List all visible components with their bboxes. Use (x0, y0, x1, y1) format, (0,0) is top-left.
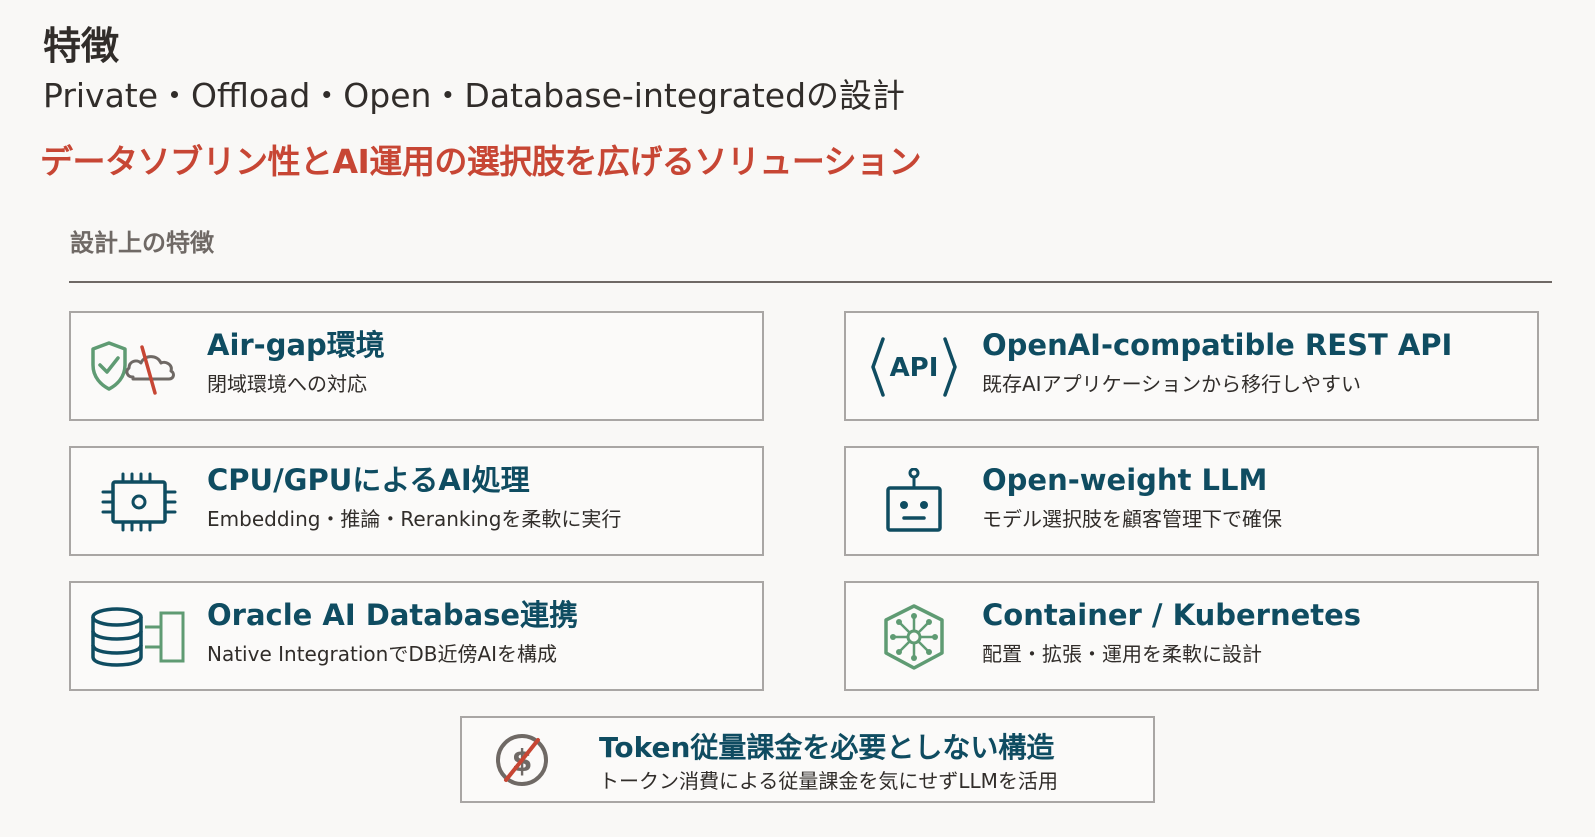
feature-title: Open-weight LLM (982, 463, 1268, 497)
feature-description: Embedding・推論・Rerankingを柔軟に実行 (207, 507, 622, 531)
api-icon: API (864, 333, 964, 401)
feature-card-api: API OpenAI-compatible REST API 既存AIアプリケー… (844, 311, 1539, 421)
no-dollar-icon: $ (482, 728, 562, 792)
page-title: 特徴 (43, 24, 120, 68)
feature-card-no-token-billing: $ Token従量課金を必要としない構造 トークン消費による従量課金を気にせずL… (460, 716, 1155, 803)
feature-title: OpenAI-compatible REST API (982, 328, 1453, 362)
feature-card-kubernetes: Container / Kubernetes 配置・拡張・運用を柔軟に設計 (844, 581, 1539, 691)
page-tagline: データソブリン性とAI運用の選択肢を広げるソリューション (40, 142, 922, 181)
section-label: 設計上の特徴 (70, 229, 214, 257)
kubernetes-icon (864, 603, 964, 671)
feature-card-air-gap: Air-gap環境 閉域環境への対応 (69, 311, 764, 421)
feature-title: Token従量課金を必要としない構造 (599, 731, 1055, 764)
feature-card-cpu-gpu: CPU/GPUによるAI処理 Embedding・推論・Rerankingを柔軟… (69, 446, 764, 556)
feature-title: Air-gap環境 (207, 328, 385, 362)
database-integration-icon (89, 603, 189, 671)
section-divider (69, 281, 1552, 283)
feature-card-open-weight-llm: Open-weight LLM モデル選択肢を顧客管理下で確保 (844, 446, 1539, 556)
feature-description: 既存AIアプリケーションから移行しやすい (982, 372, 1361, 396)
feature-description: 閉域環境への対応 (207, 372, 367, 396)
feature-description: 配置・拡張・運用を柔軟に設計 (982, 642, 1262, 666)
feature-card-oracle-database: Oracle AI Database連携 Native Integrationで… (69, 581, 764, 691)
feature-description: トークン消費による従量課金を気にせずLLMを活用 (599, 769, 1058, 793)
cpu-chip-icon (89, 468, 189, 536)
feature-description: モデル選択肢を顧客管理下で確保 (982, 507, 1282, 531)
page-subtitle: Private・Offload・Open・Database-integrated… (43, 76, 906, 115)
robot-icon (864, 468, 964, 536)
feature-title: Container / Kubernetes (982, 598, 1362, 632)
svg-text:API: API (890, 353, 939, 383)
feature-description: Native IntegrationでDB近傍AIを構成 (207, 642, 558, 666)
feature-title: Oracle AI Database連携 (207, 598, 579, 632)
shield-no-cloud-icon (89, 333, 189, 401)
feature-title: CPU/GPUによるAI処理 (207, 463, 530, 497)
